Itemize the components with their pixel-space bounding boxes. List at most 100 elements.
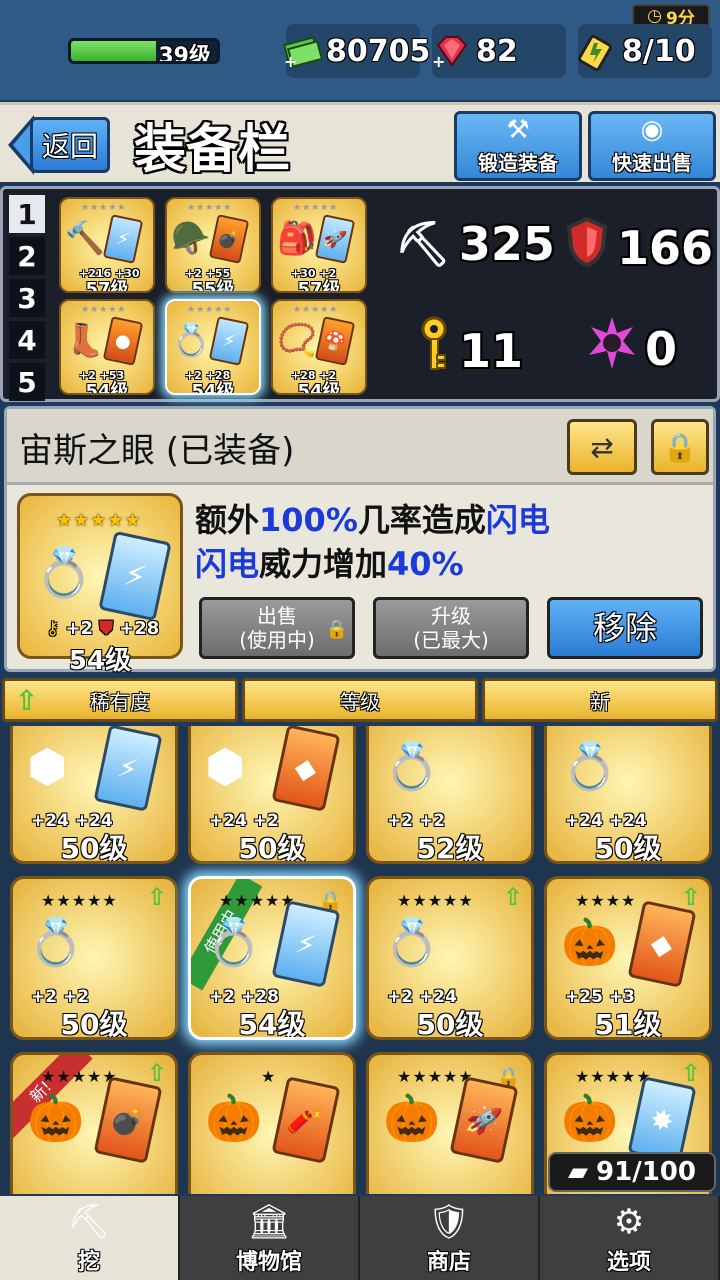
- pumpkin-chain-icon: 🎃: [27, 1091, 85, 1145]
- stat-keys-value: 11: [459, 323, 524, 378]
- rocket-card-icon: 🚀: [449, 1076, 519, 1164]
- sort-level-button[interactable]: 等级: [242, 678, 478, 722]
- swap-button[interactable]: ⇄: [567, 419, 637, 475]
- item-level: 57级: [85, 279, 129, 293]
- pickaxe-icon: ⛏: [395, 219, 451, 270]
- nav-museum-label: 博物馆: [235, 1250, 302, 1275]
- loadout-tab-2[interactable]: 2: [9, 237, 45, 275]
- nav-shop-label: 商店: [426, 1250, 471, 1275]
- black-ring-icon: ⬢: [205, 739, 246, 793]
- equipped-item-helmet[interactable]: ★★★★★ 🪖 💣 +2 +55 55级: [165, 197, 261, 293]
- loadout-tab-1[interactable]: 1: [9, 195, 45, 233]
- inventory-item[interactable]: ★★★★ ⇧ 🎃 ◆ +25 +3 51级: [544, 876, 712, 1040]
- key-icon: [417, 315, 451, 386]
- equipped-item-hammer[interactable]: ★★★★★ 🔨 ⚡ +216 +30 57级: [59, 197, 155, 293]
- item-level: 50级: [60, 832, 128, 864]
- item-level: 50级: [60, 1008, 128, 1040]
- inventory-item[interactable]: ★★★★★ 🔒 🎃 🚀: [366, 1052, 534, 1194]
- equipped-item-boots[interactable]: ★★★★★ 👢 ● +2 +53 54级: [59, 299, 155, 395]
- lock-heart-icon: 🔒: [662, 430, 698, 464]
- nav-options[interactable]: ⚙ 选项: [540, 1196, 720, 1280]
- inventory-item[interactable]: ★★★★★ ⇧ 💍 +2 +24 50级: [366, 876, 534, 1040]
- level-progress-fill: [71, 41, 156, 61]
- inventory-item[interactable]: 💍 +24 +24 50级: [544, 726, 712, 864]
- item-level: 50级: [238, 832, 306, 864]
- equipped-item-ring-selected[interactable]: ★★★★★ 💍 ⚡ +2 +28 54级: [165, 299, 261, 395]
- selected-item-preview: ★★★★★ 💍 ⚡ ⚷ +2 ⛊ +28 54级: [17, 493, 183, 676]
- upgrade-arrow-icon: ⇧: [680, 1059, 701, 1087]
- ring-icon: 💍: [171, 321, 211, 359]
- boots-icon: 👢: [65, 321, 105, 359]
- upgrade-button[interactable]: 升级 (已最大): [373, 597, 529, 659]
- pumpkin-chain-icon: 🎃: [205, 1091, 263, 1145]
- pumpkin-chain-icon: 🎃: [561, 1091, 619, 1145]
- item-level: 54级: [68, 646, 132, 676]
- loadout-tab-3[interactable]: 3: [9, 279, 45, 317]
- rarity-stars: ★: [261, 1067, 277, 1086]
- sell-button[interactable]: 出售 (使用中) 🔒: [199, 597, 355, 659]
- inventory-item[interactable]: ⬢ ◆ +24 +2 50级: [188, 726, 356, 864]
- item-detail-header: 宙斯之眼 (已装备) ⇄ 🔒: [7, 409, 713, 485]
- back-button[interactable]: 返回: [8, 115, 112, 175]
- quick-sell-button[interactable]: ◉ 快速出售: [588, 111, 716, 181]
- rocket-card-icon: 🚀: [314, 214, 356, 264]
- inventory-item[interactable]: ★★★★★ ⇧ 💍 +2 +2 50级: [10, 876, 178, 1040]
- backpack-icon: 🎒: [277, 219, 317, 257]
- museum-icon: 🏛: [247, 1202, 291, 1242]
- item-bonus: ⚷ +2 ⛊ +28: [46, 618, 159, 639]
- inventory-item[interactable]: 新! ★★★★★ ⇧ 🎃 💣: [10, 1052, 178, 1194]
- equipped-item-amulet[interactable]: ★★★★★ 📿 🍄 +28 +2 54级: [271, 299, 367, 395]
- desc-highlight: 40%: [387, 545, 464, 583]
- loadout-tab-4[interactable]: 4: [9, 321, 45, 359]
- rarity-stars: ★★★★★: [219, 891, 296, 910]
- page-title: 装备栏: [134, 120, 291, 180]
- shop-icon: 🛡: [427, 1202, 471, 1242]
- stat-mining: ⛏ 325: [395, 217, 555, 271]
- ruby-ring-icon: 💍: [27, 915, 85, 969]
- sort-new-label: 新: [590, 689, 610, 714]
- nav-shop[interactable]: 🛡 商店: [360, 1196, 540, 1280]
- lightning-card-icon: ⚡: [271, 900, 341, 988]
- capacity-value: 91/100: [596, 1157, 696, 1187]
- loadout-tab-5[interactable]: 5: [9, 363, 45, 401]
- forge-button[interactable]: ⚒ 锻造装备: [454, 111, 582, 181]
- gem-value: 82: [476, 33, 518, 69]
- dynamite-card-icon: 🧨: [271, 1076, 341, 1164]
- rarity-stars: ★★★★: [575, 891, 637, 910]
- item-detail-panel: 宙斯之眼 (已装备) ⇄ 🔒 ★★★★★ 💍 ⚡ ⚷ +2 ⛊ +28 54级 …: [4, 406, 716, 676]
- upgrade-arrow-icon: ⇧: [146, 883, 167, 911]
- equipment-panel: 1 2 3 4 5 ★★★★★ 🔨 ⚡ +216 +30 57级 ★★★★★ 🪖…: [0, 186, 720, 402]
- item-description-line-1: 额外100%几率造成闪电: [195, 495, 550, 541]
- cash-counter[interactable]: + 80705: [282, 24, 430, 78]
- rarity-stars: ★★★★★: [56, 510, 142, 531]
- lightning-card-icon: ⚡: [208, 316, 250, 366]
- sort-new-button[interactable]: 新: [482, 678, 718, 722]
- item-level: 54级: [297, 381, 341, 395]
- energy-counter[interactable]: 8/10: [578, 24, 712, 78]
- item-name: 宙斯之眼 (已装备): [19, 431, 295, 471]
- shield-icon: ⛊: [99, 618, 113, 639]
- equipped-item-backpack[interactable]: ★★★★★ 🎒 🚀 +30 +2 57级: [271, 197, 367, 293]
- rarity-stars: ★★★★★: [293, 203, 339, 213]
- nav-museum[interactable]: 🏛 博物馆: [180, 1196, 360, 1280]
- gem-counter[interactable]: + 82: [432, 24, 566, 78]
- rock-card-icon: ◆: [627, 900, 697, 988]
- inventory-grid[interactable]: ⬢ ⚡ +24 +24 50级 ⬢ ◆ +24 +2 50级 💍 +2 +2 5…: [0, 726, 720, 1194]
- item-description-line-2: 闪电威力增加40%: [195, 539, 464, 585]
- inventory-item[interactable]: ★ 🎃 🧨: [188, 1052, 356, 1194]
- top-bar: ◷ 9分 39级 + 80705 + 82 8/10: [0, 0, 720, 100]
- forge-label: 锻造装备: [478, 151, 558, 175]
- inventory-item-equipped[interactable]: 使用中 ★★★★★ 🔒 💍 ⚡ +2 +28 54级: [188, 876, 356, 1040]
- stat-special: 0: [587, 315, 677, 382]
- inventory-item[interactable]: ⬢ ⚡ +24 +24 50级: [10, 726, 178, 864]
- nav-dig[interactable]: ⛏ 挖: [0, 1196, 180, 1280]
- stat-special-value: 0: [645, 321, 678, 376]
- sort-rarity-button[interactable]: ⇧ 稀有度: [2, 678, 238, 722]
- lightning-card-icon: ⚡: [93, 726, 163, 812]
- pumpkin-chain-icon: 🎃: [383, 1091, 441, 1145]
- lock-button[interactable]: 🔒: [651, 419, 709, 475]
- energy-value: 8/10: [622, 33, 696, 69]
- gem-icon: +: [428, 29, 472, 73]
- remove-button[interactable]: 移除: [547, 597, 703, 659]
- inventory-item[interactable]: 💍 +2 +2 52级: [366, 726, 534, 864]
